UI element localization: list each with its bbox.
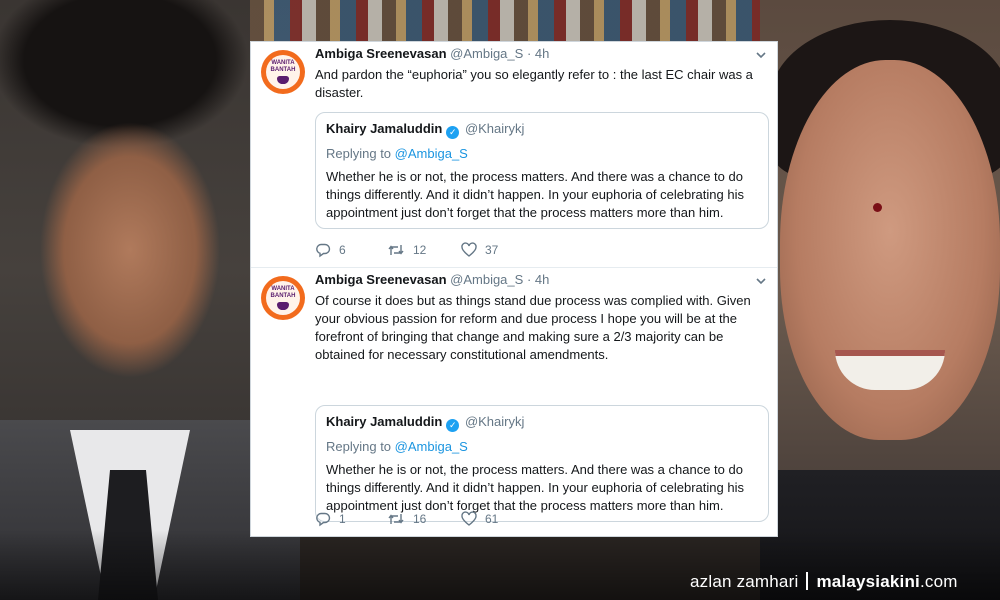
author-name[interactable]: Ambiga Sreenevasan — [315, 46, 447, 61]
like-button[interactable]: 61 — [461, 511, 498, 527]
photo-credit-watermark: azlan zamhari malaysiakini.com — [690, 572, 958, 592]
avatar[interactable]: WANITA BANTAH — [261, 50, 305, 94]
replying-to-mention[interactable]: @Ambiga_S — [395, 439, 468, 454]
quoted-author-handle: @Khairykj — [464, 414, 525, 429]
quoted-tweet-header: Khairy Jamaluddin ✓ @Khairykj — [326, 414, 758, 432]
author-name[interactable]: Ambiga Sreenevasan — [315, 272, 447, 287]
brand-name: malaysiakini — [816, 572, 920, 591]
right-person-bindi — [873, 203, 882, 212]
quoted-author-name: Khairy Jamaluddin — [326, 121, 443, 136]
replying-to-mention[interactable]: @Ambiga_S — [395, 146, 468, 161]
tweet-time[interactable]: 4h — [535, 272, 549, 287]
verified-badge-icon: ✓ — [446, 419, 460, 432]
heart-icon — [461, 242, 477, 257]
avatar-logo-line2: BANTAH — [270, 67, 296, 73]
tweet-actions: 6 12 37 — [315, 241, 498, 259]
credit-divider — [806, 572, 809, 590]
reply-count: 6 — [339, 243, 346, 257]
avatar-logo: WANITA BANTAH — [266, 281, 300, 315]
quoted-author-handle: @Khairykj — [464, 121, 525, 136]
brand-suffix: .com — [919, 572, 958, 591]
replying-to-label: Replying to — [326, 146, 392, 161]
avatar-logo: WANITA BANTAH — [266, 55, 300, 89]
chevron-down-icon[interactable] — [755, 49, 767, 61]
retweet-icon — [388, 245, 404, 255]
tweet-actions: 1 16 61 — [315, 510, 498, 528]
tweet-time[interactable]: 4h — [535, 46, 549, 61]
tweet-text: Of course it does but as things stand du… — [315, 293, 751, 362]
tweet[interactable]: WANITA BANTAH Ambiga Sreenevasan @Ambiga… — [251, 268, 777, 536]
retweet-count: 12 — [413, 243, 427, 257]
verified-badge-icon: ✓ — [446, 126, 460, 139]
avatar-logo-line1: WANITA — [271, 286, 295, 292]
fist-icon — [277, 76, 289, 84]
avatar-logo-line1: WANITA — [271, 60, 295, 66]
avatar[interactable]: WANITA BANTAH — [261, 276, 305, 320]
author-handle[interactable]: @Ambiga_S — [450, 46, 523, 61]
avatar-logo-line2: BANTAH — [270, 293, 296, 299]
separator-dot: · — [526, 272, 532, 287]
separator-dot: · — [526, 46, 532, 61]
like-button[interactable]: 37 — [461, 242, 498, 258]
quoted-tweet[interactable]: Khairy Jamaluddin ✓ @Khairykj Replying to… — [315, 112, 769, 229]
like-count: 61 — [485, 512, 499, 526]
chevron-down-icon[interactable] — [755, 275, 767, 287]
reply-button[interactable]: 6 — [315, 242, 387, 258]
quoted-tweet[interactable]: Khairy Jamaluddin ✓ @Khairykj Replying to… — [315, 405, 769, 522]
quoted-author-name: Khairy Jamaluddin — [326, 414, 443, 429]
fist-icon — [277, 302, 289, 310]
reply-icon — [316, 512, 331, 527]
retweet-icon — [388, 514, 404, 524]
reply-button[interactable]: 1 — [315, 511, 387, 527]
replying-to: Replying to @Ambiga_S — [326, 439, 758, 454]
tweet-header: Ambiga Sreenevasan @Ambiga_S · 4h — [315, 46, 747, 61]
reply-icon — [316, 243, 331, 258]
reply-count: 1 — [339, 512, 346, 526]
tweet-header: Ambiga Sreenevasan @Ambiga_S · 4h — [315, 272, 747, 287]
tweet[interactable]: WANITA BANTAH Ambiga Sreenevasan @Ambiga… — [251, 42, 777, 268]
photographer-credit: azlan zamhari — [690, 572, 799, 591]
author-handle[interactable]: @Ambiga_S — [450, 272, 523, 287]
retweet-count: 16 — [413, 512, 427, 526]
tweet-screenshot-panel: WANITA BANTAH Ambiga Sreenevasan @Ambiga… — [250, 41, 778, 537]
heart-icon — [461, 511, 477, 526]
like-count: 37 — [485, 243, 499, 257]
quoted-tweet-text: Whether he is or not, the process matter… — [326, 169, 744, 220]
replying-to: Replying to @Ambiga_S — [326, 146, 758, 161]
retweet-button[interactable]: 12 — [387, 242, 461, 258]
quoted-tweet-header: Khairy Jamaluddin ✓ @Khairykj — [326, 121, 758, 139]
replying-to-label: Replying to — [326, 439, 392, 454]
retweet-button[interactable]: 16 — [387, 511, 461, 527]
tweet-text: And pardon the “euphoria” you so elegant… — [315, 67, 753, 100]
quoted-tweet-text: Whether he is or not, the process matter… — [326, 462, 744, 513]
